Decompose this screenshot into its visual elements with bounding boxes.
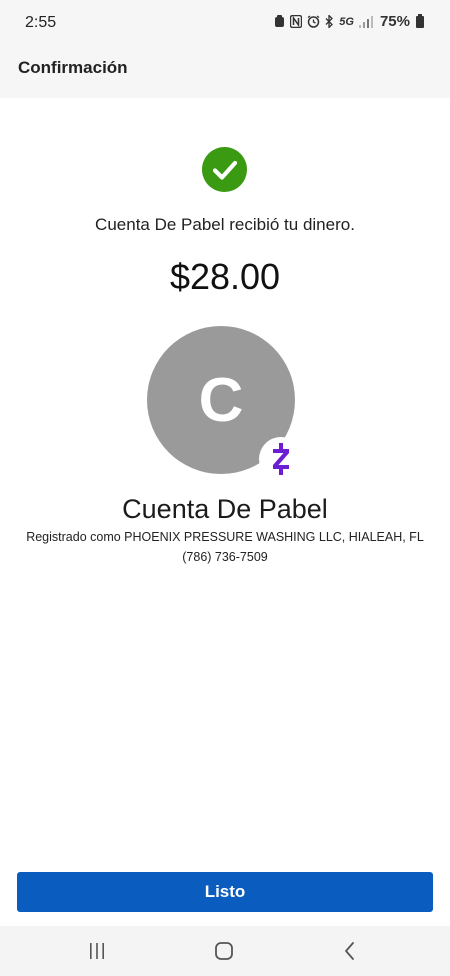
home-icon[interactable] (209, 938, 239, 964)
recipient-name: Cuenta De Pabel (122, 494, 328, 524)
registered-as: Registrado como PHOENIX PRESSURE WASHING… (26, 530, 424, 544)
battery-percent: 75% (379, 13, 410, 30)
confirmation-message: Cuenta De Pabel recibió tu dinero. (95, 215, 355, 234)
back-icon[interactable] (335, 938, 365, 964)
navigation-bar (0, 926, 450, 976)
notification-icon (274, 15, 285, 28)
battery-icon (416, 13, 424, 28)
app-header: Confirmación (0, 46, 450, 98)
recipient-phone: (786) 736-7509 (182, 550, 268, 564)
bluetooth-icon (325, 15, 334, 28)
signal-icon (358, 15, 373, 28)
status-time: 2:55 (25, 14, 57, 31)
amount: $28.00 (169, 256, 281, 297)
alarm-icon (307, 15, 320, 28)
recent-apps-icon[interactable] (82, 938, 112, 964)
status-icons: 5G 75% (274, 13, 424, 30)
done-button[interactable]: Listo (17, 872, 433, 912)
network-type: 5G (339, 15, 354, 28)
page-title: Confirmación (18, 58, 128, 77)
zelle-icon (259, 437, 303, 481)
status-bar: 2:55 5G 75% (0, 0, 450, 46)
success-check-icon (202, 147, 247, 192)
avatar-initial: C (198, 365, 244, 435)
nfc-icon (290, 15, 303, 28)
